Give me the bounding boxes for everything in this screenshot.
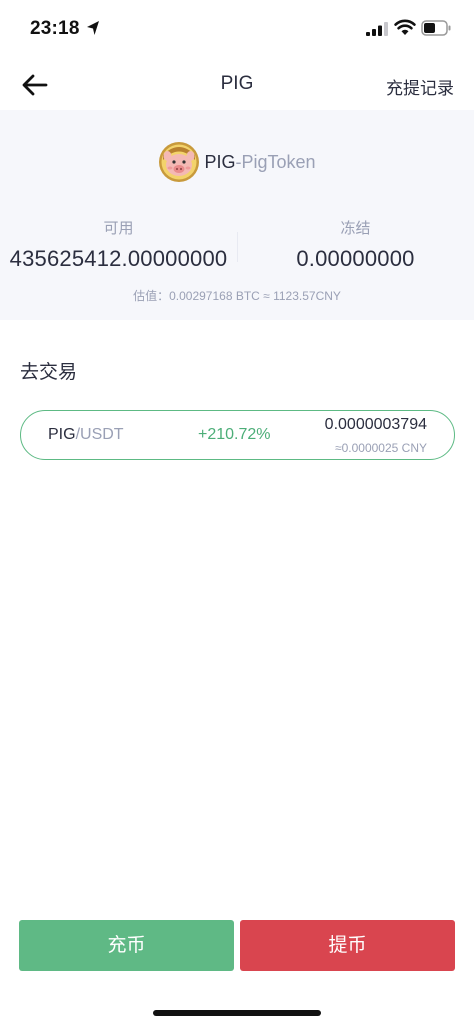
- trading-pair-card[interactable]: PIG/USDT +210.72% 0.0000003794 ≈0.000002…: [20, 410, 455, 460]
- frozen-value: 0.00000000: [296, 246, 415, 271]
- deposit-button[interactable]: 充币: [19, 920, 234, 971]
- location-arrow-icon: [87, 21, 99, 35]
- coin-symbol: PIG: [204, 151, 236, 172]
- pair-quote: /USDT: [75, 426, 124, 443]
- available-balance: 可用 435625412.00000000: [0, 217, 237, 272]
- home-indicator: [153, 1010, 321, 1016]
- pig-coin-logo-icon: [159, 142, 200, 182]
- status-bar: 23:18: [0, 0, 474, 60]
- available-value: 435625412.00000000: [9, 246, 228, 271]
- coin-name: PigToken: [241, 151, 316, 172]
- nav-bar: PIG 充提记录: [0, 60, 474, 110]
- available-label: 可用: [103, 220, 134, 237]
- coin-header: PIG - PigToken: [0, 140, 474, 184]
- battery-icon: [421, 20, 451, 36]
- withdraw-button[interactable]: 提币: [240, 920, 455, 971]
- balance-card: PIG - PigToken 可用 435625412.00000000 冻结 …: [0, 110, 474, 320]
- status-time: 23:18: [30, 18, 80, 39]
- pair-name: PIG/USDT: [48, 426, 124, 444]
- pair-change-percent: +210.72%: [198, 426, 271, 443]
- pair-price: 0.0000003794: [324, 416, 427, 433]
- valuation-estimate: 估值：0.00297168 BTC ≈ 1123.57CNY: [133, 289, 341, 303]
- pair-base: PIG: [48, 426, 76, 443]
- frozen-label: 冻结: [340, 220, 371, 237]
- deposit-withdraw-history-link[interactable]: 充提记录: [386, 74, 454, 99]
- cellular-signal-icon: [366, 22, 388, 36]
- frozen-balance: 冻结 0.00000000: [237, 217, 474, 272]
- wifi-icon: [394, 19, 416, 35]
- pair-price-cny: ≈0.0000025 CNY: [335, 441, 427, 455]
- trade-section-title: 去交易: [20, 362, 78, 383]
